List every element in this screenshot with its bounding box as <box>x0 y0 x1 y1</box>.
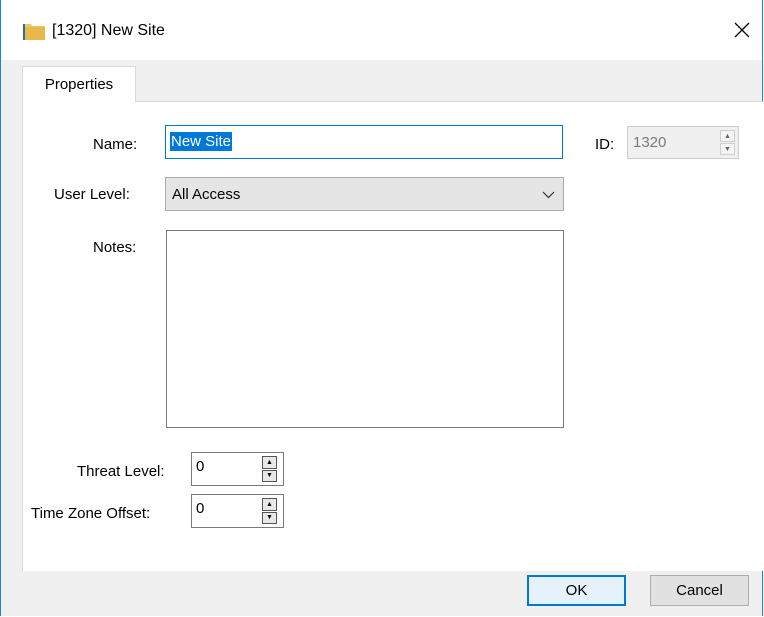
close-icon <box>734 22 750 38</box>
id-label: ID: <box>595 136 615 153</box>
threat-level-label: Threat Level: <box>77 463 165 480</box>
window-title: [1320] New Site <box>52 22 165 39</box>
title-bar: [1320] New Site <box>1 0 762 60</box>
time-zone-offset-stepper[interactable]: 0 ▲ ▼ <box>191 494 284 528</box>
chevron-down-icon <box>542 191 555 199</box>
cancel-button-label: Cancel <box>676 582 723 599</box>
folder-icon <box>23 24 45 40</box>
notes-textarea[interactable] <box>166 230 564 428</box>
threat-level-value: 0 <box>196 458 205 475</box>
dialog-window: [1320] New Site Properties Name: New Sit… <box>0 0 764 616</box>
id-spin-down-icon: ▼ <box>720 143 735 155</box>
notes-label: Notes: <box>93 239 137 256</box>
cancel-button[interactable]: Cancel <box>650 575 749 606</box>
spin-up-icon[interactable]: ▲ <box>262 456 277 469</box>
user-level-select[interactable]: All Access <box>165 177 564 211</box>
spin-down-icon[interactable]: ▼ <box>262 469 277 482</box>
user-level-value: All Access <box>172 186 241 203</box>
name-input-value: New Site <box>170 132 233 151</box>
id-stepper: 1320 ▲ ▼ <box>627 126 739 159</box>
close-button[interactable] <box>726 14 758 46</box>
user-level-label: User Level: <box>54 186 130 203</box>
id-value: 1320 <box>633 134 667 151</box>
time-zone-offset-value: 0 <box>196 500 205 517</box>
name-label: Name: <box>93 136 138 153</box>
name-input[interactable]: New Site <box>165 125 563 159</box>
id-spin-up-icon: ▲ <box>720 130 735 142</box>
threat-level-spinner[interactable]: ▲ ▼ <box>262 456 277 482</box>
tab-properties[interactable]: Properties <box>22 66 136 102</box>
ok-button[interactable]: OK <box>527 575 626 606</box>
spin-down-icon[interactable]: ▼ <box>262 511 277 524</box>
threat-level-stepper[interactable]: 0 ▲ ▼ <box>191 452 284 486</box>
spin-up-icon[interactable]: ▲ <box>262 498 277 511</box>
time-zone-offset-spinner[interactable]: ▲ ▼ <box>262 498 277 524</box>
ok-button-label: OK <box>565 582 588 599</box>
tab-properties-label: Properties <box>44 76 114 93</box>
id-spinner: ▲ ▼ <box>720 130 735 155</box>
time-zone-offset-label: Time Zone Offset: <box>31 505 151 522</box>
